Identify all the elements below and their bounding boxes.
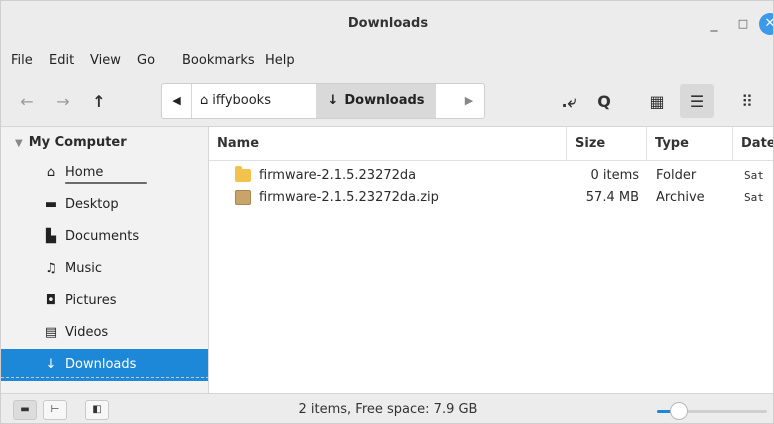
menu-view[interactable]: View [90,53,121,68]
compact-view-icon[interactable]: ⠿ [735,92,759,112]
sidebar-item-videos[interactable]: ▤ Videos [1,317,208,349]
file-name: firmware-2.1.5.23272da.zip [259,190,439,205]
file-type: Folder [656,168,697,183]
sidebar-item-home[interactable]: ⌂ Home [1,157,208,189]
camera-icon: ◘ [45,293,57,308]
file-manager-window: Downloads _ □ ✕ File Edit View Go Bookma… [0,0,774,424]
table-row[interactable]: firmware-2.1.5.23272da.zip 57.4 MB Archi… [209,187,773,209]
sidebar-item-label: Desktop [65,197,119,212]
breadcrumb-scroll-right[interactable]: ▶ [454,84,484,118]
sidebar-item-documents[interactable]: ▙ Documents [1,221,208,253]
sidebar-item-label: Documents [65,229,140,244]
file-size: 57.4 MB [585,190,639,205]
home-icon: ⌂ [46,165,56,180]
window-title: Downloads [347,16,429,31]
menu-edit[interactable]: Edit [49,53,74,68]
sidebar-header-label: My Computer [28,135,127,150]
sidebar-item-label: Pictures [65,293,117,308]
breadcrumb-home[interactable]: ⌂ iffybooks [200,84,316,118]
breadcrumb-home-label: iffybooks [212,93,271,108]
download-arrow-icon: ↓ [327,93,339,108]
back-icon[interactable]: ← [15,92,39,112]
music-icon: ♫ [45,261,57,276]
table-row[interactable]: firmware-2.1.5.23272da 0 items Folder Sa… [209,165,773,187]
file-date: Sat [744,169,764,182]
expand-triangle-icon: ▼ [15,138,23,149]
film-icon: ▤ [44,325,58,340]
search-icon[interactable]: Q [592,92,616,112]
file-type: Archive [656,190,705,205]
menu-bookmarks[interactable]: Bookmarks [182,53,255,68]
menu-help[interactable]: Help [265,53,295,68]
breadcrumb-scroll-left[interactable]: ◀ [162,84,192,118]
sidebar-item-label: Music [65,261,102,276]
sidebar-item-label: Downloads [65,357,137,372]
file-list: Name Size Type Date firmware-2.1.5.23272… [209,127,773,393]
home-icon: ⌂ [200,93,209,108]
column-header-name[interactable]: Name [209,127,567,161]
document-icon: ▙ [46,229,56,244]
disk-usage-bar [65,182,147,184]
file-date: Sat [744,191,764,204]
sidebar-item-pictures[interactable]: ◘ Pictures [1,285,208,317]
breadcrumb-downloads-label: Downloads [344,93,425,108]
column-header-size[interactable]: Size [567,127,647,161]
sidebar-item-desktop[interactable]: ▬ Desktop [1,189,208,221]
sidebar-section-my-computer[interactable]: ▼ My Computer [15,135,127,150]
minimize-button[interactable]: _ [703,13,725,35]
list-view-icon[interactable]: ☰ [685,92,709,112]
archive-icon [235,190,251,205]
icon-view-icon[interactable]: ▦ [645,92,669,112]
column-header-date[interactable]: Date [733,127,773,161]
column-header-type[interactable]: Type [647,127,733,161]
breadcrumb: ◀ ⌂ iffybooks ↓ Downloads ▶ [161,83,485,119]
menu-bar: File Edit View Go Bookmarks Help [1,49,773,75]
toolbar: ← → ↑ ◀ ⌂ iffybooks ↓ Downloads ▶ .⤶ Q ▦ ☰… [1,75,773,127]
zoom-slider-handle[interactable] [670,402,688,420]
sidebar-divider [1,377,208,378]
menu-go[interactable]: Go [137,53,155,68]
sidebar-item-music[interactable]: ♫ Music [1,253,208,285]
breadcrumb-downloads[interactable]: ↓ Downloads [316,84,436,118]
zoom-slider[interactable] [657,402,767,420]
desktop-icon: ▬ [44,197,58,212]
status-bar: ▬ ⊢ ◧ 2 items, Free space: 7.9 GB [1,393,773,423]
menu-file[interactable]: File [11,53,33,68]
title-bar: Downloads _ □ ✕ [1,1,773,49]
sidebar-item-label: Videos [65,325,109,340]
sidebar: ▼ My Computer ⌂ Home ▬ Desktop ▙ Document… [1,127,209,393]
toggle-location-icon[interactable]: .⤶ [557,92,581,112]
sidebar-item-label: Home [65,165,104,180]
maximize-button[interactable]: □ [732,13,754,35]
forward-icon[interactable]: → [51,92,75,112]
up-icon[interactable]: ↑ [87,92,111,112]
folder-icon [235,166,251,182]
close-button[interactable]: ✕ [759,13,773,35]
file-size: 0 items [590,168,639,183]
file-name: firmware-2.1.5.23272da [259,168,417,183]
